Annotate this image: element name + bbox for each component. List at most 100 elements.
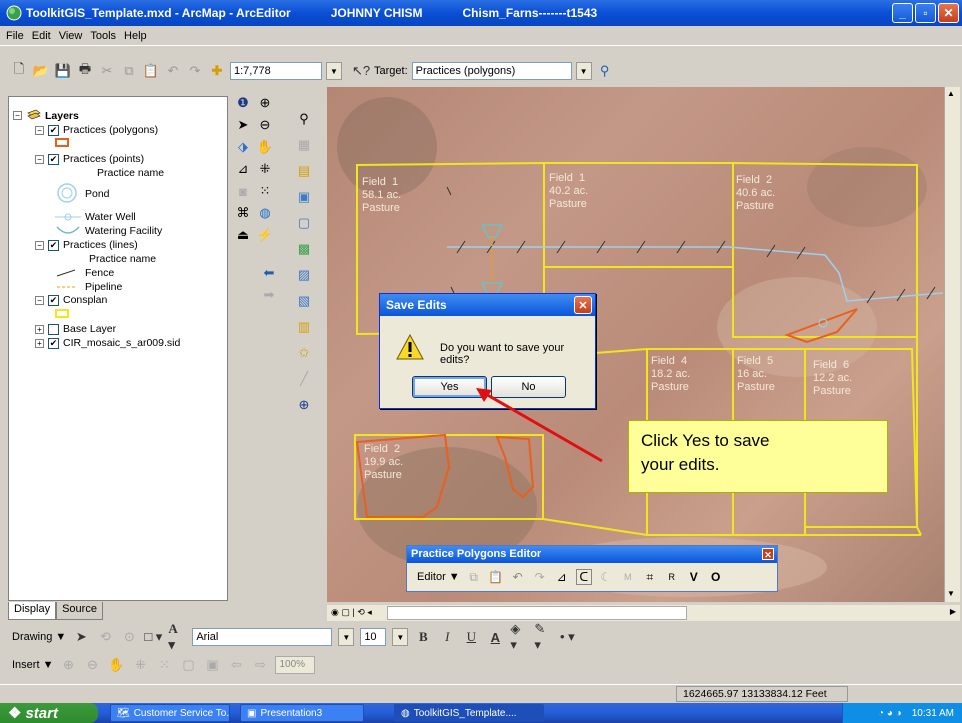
- collapse-icon[interactable]: −: [35, 295, 44, 305]
- edit-tool-icon[interactable]: ⊿: [554, 569, 570, 585]
- editor-toolbar-title[interactable]: Practice Polygons Editor ✕: [407, 546, 777, 563]
- crosshair-icon[interactable]: ⊕: [295, 396, 313, 414]
- zoom-page-icon[interactable]: ▢: [179, 656, 197, 674]
- expand-icon[interactable]: +: [35, 324, 44, 334]
- layer-visibility-checkbox[interactable]: ✔: [48, 337, 59, 349]
- layer-visibility-checkbox[interactable]: ✔: [48, 153, 59, 165]
- identify-icon[interactable]: ❶: [234, 94, 252, 112]
- editor-o-button[interactable]: O: [708, 569, 724, 585]
- sketch-tool-icon[interactable]: ᑕ: [575, 569, 592, 585]
- tab-display[interactable]: Display: [8, 602, 57, 620]
- tool-icon[interactable]: ▨: [295, 266, 313, 284]
- fixed-zoom-out-layout-icon[interactable]: ⁙: [155, 656, 173, 674]
- editor-v-button[interactable]: V: [686, 569, 702, 585]
- target-dropdown-button[interactable]: ▼: [575, 62, 592, 80]
- tool-icon[interactable]: ▦: [295, 136, 313, 154]
- marker-color-icon[interactable]: • ▾: [558, 628, 576, 646]
- taskbar-item-presentation[interactable]: ▣ Presentation3: [240, 704, 364, 722]
- full-extent-globe-icon[interactable]: ◍: [256, 204, 274, 222]
- zoom-out-icon[interactable]: ⊖: [256, 116, 274, 134]
- menu-view[interactable]: View: [59, 30, 83, 42]
- minimize-button[interactable]: _: [892, 3, 913, 23]
- undo-icon[interactable]: ↶: [510, 569, 526, 585]
- underline-button[interactable]: U: [462, 628, 480, 646]
- toc-layer-cir-mosaic[interactable]: + ✔ CIR_mosaic_s_ar009.sid: [35, 337, 180, 349]
- select-features-icon[interactable]: ⬗: [234, 138, 252, 156]
- zoom-100-icon[interactable]: ▣: [203, 656, 221, 674]
- toc-layers-root[interactable]: − Layers: [13, 109, 79, 122]
- maximize-button[interactable]: ▫: [915, 3, 936, 23]
- fixed-zoom-in-layout-icon[interactable]: ⁜: [131, 656, 149, 674]
- forward-arrow-icon[interactable]: ➡: [260, 286, 278, 304]
- toc-layer-practices-points[interactable]: − ✔ Practices (points): [35, 153, 144, 165]
- menu-tools[interactable]: Tools: [90, 30, 116, 42]
- pan-layout-icon[interactable]: ✋: [107, 656, 125, 674]
- editor-close-button[interactable]: ✕: [762, 548, 774, 560]
- copy-icon[interactable]: ⧉: [466, 569, 482, 585]
- font-color-button[interactable]: A: [486, 628, 504, 646]
- fill-color-icon[interactable]: ◈ ▾: [510, 621, 528, 652]
- scroll-down-icon[interactable]: ▼: [947, 589, 955, 598]
- toc-layer-practices-lines[interactable]: − ✔ Practices (lines): [35, 239, 138, 251]
- scroll-thumb[interactable]: [387, 606, 687, 620]
- target-layer-select[interactable]: Practices (polygons): [411, 62, 572, 80]
- layer-visibility-checkbox[interactable]: ✔: [48, 124, 59, 136]
- layer-visibility-checkbox[interactable]: ✔: [48, 294, 59, 306]
- insert-menu-button[interactable]: Insert ▼: [12, 659, 53, 671]
- map-scale-input[interactable]: 1:7,778: [230, 62, 322, 80]
- redo-icon[interactable]: ↷: [186, 62, 204, 80]
- dialog-title-bar[interactable]: Save Edits ✕: [380, 294, 595, 316]
- whats-this-icon[interactable]: ↖?: [352, 62, 370, 80]
- start-button[interactable]: ❖ start: [0, 703, 98, 723]
- toc-layer-base-layer[interactable]: + Base Layer: [35, 323, 116, 335]
- zoom-whole-page-icon[interactable]: ⊙: [120, 628, 138, 646]
- rectangle-icon[interactable]: □ ▾: [144, 628, 162, 646]
- window-title-bar[interactable]: ToolkitGIS_Template.mxd - ArcMap - ArcEd…: [0, 0, 962, 26]
- measure-icon[interactable]: ⏏: [234, 226, 252, 244]
- attributes-icon[interactable]: ⌗: [642, 569, 658, 585]
- menu-help[interactable]: Help: [124, 30, 147, 42]
- tab-source[interactable]: Source: [56, 602, 103, 620]
- font-size-dropdown-button[interactable]: ▼: [392, 628, 409, 646]
- map-horizontal-scrollbar[interactable]: ◉ ▢ | ⟲ ◂ ▶: [327, 605, 960, 621]
- expand-icon[interactable]: +: [35, 338, 44, 348]
- scale-dropdown-button[interactable]: ▼: [326, 62, 342, 80]
- forward-extent-icon[interactable]: ⇨: [251, 656, 269, 674]
- editor-toolbar-icon[interactable]: ⚲: [596, 62, 614, 80]
- new-document-icon[interactable]: 🗋: [10, 61, 28, 80]
- add-data-icon[interactable]: ✚: [208, 62, 226, 80]
- menu-file[interactable]: File: [6, 30, 24, 42]
- taskbar-item-customer-service[interactable]: 🗺 Customer Service To...: [110, 704, 230, 722]
- line-color-icon[interactable]: ✎ ▾: [534, 621, 552, 652]
- map-vertical-scrollbar[interactable]: ▲ ▼: [944, 87, 960, 602]
- collapse-icon[interactable]: −: [35, 154, 44, 164]
- clear-selection-icon[interactable]: ◙: [234, 182, 252, 200]
- font-dropdown-button[interactable]: ▼: [338, 628, 355, 646]
- editor-menu-button[interactable]: Editor ▼: [417, 571, 460, 583]
- open-folder-icon[interactable]: 📂: [32, 62, 50, 80]
- redo-icon[interactable]: ↷: [532, 569, 548, 585]
- cut-icon[interactable]: ✂: [98, 62, 116, 80]
- italic-button[interactable]: I: [438, 628, 456, 646]
- undo-icon[interactable]: ↶: [164, 62, 182, 80]
- merge-icon[interactable]: M: [620, 569, 636, 585]
- tool-icon[interactable]: ▧: [295, 292, 313, 310]
- zoom-in-layout-icon[interactable]: ⊕: [59, 656, 77, 674]
- data-view-icon[interactable]: ◉ ▢ | ⟲ ◂: [331, 607, 372, 618]
- editor-r-button[interactable]: R: [664, 569, 680, 585]
- scroll-up-icon[interactable]: ▲: [947, 89, 955, 98]
- pan-hand-icon[interactable]: ✋: [256, 138, 274, 156]
- fixed-zoom-out-icon[interactable]: ⁙: [256, 182, 274, 200]
- font-size-select[interactable]: 10: [360, 628, 387, 646]
- toc-layer-practices-polygons[interactable]: − ✔ Practices (polygons): [35, 124, 158, 136]
- back-arrow-icon[interactable]: ⬅: [260, 264, 278, 282]
- collapse-icon[interactable]: −: [13, 111, 22, 120]
- close-button[interactable]: ✕: [938, 3, 959, 23]
- toc-layer-consplan[interactable]: − ✔ Consplan: [35, 294, 107, 306]
- magnifier-icon[interactable]: ⚲: [295, 110, 313, 128]
- scroll-right-icon[interactable]: ▶: [950, 607, 956, 616]
- paste-icon[interactable]: 📋: [488, 569, 504, 585]
- text-tool-icon[interactable]: A ▾: [168, 621, 186, 652]
- select-elements-icon[interactable]: ➤: [72, 628, 90, 646]
- menu-edit[interactable]: Edit: [32, 30, 51, 42]
